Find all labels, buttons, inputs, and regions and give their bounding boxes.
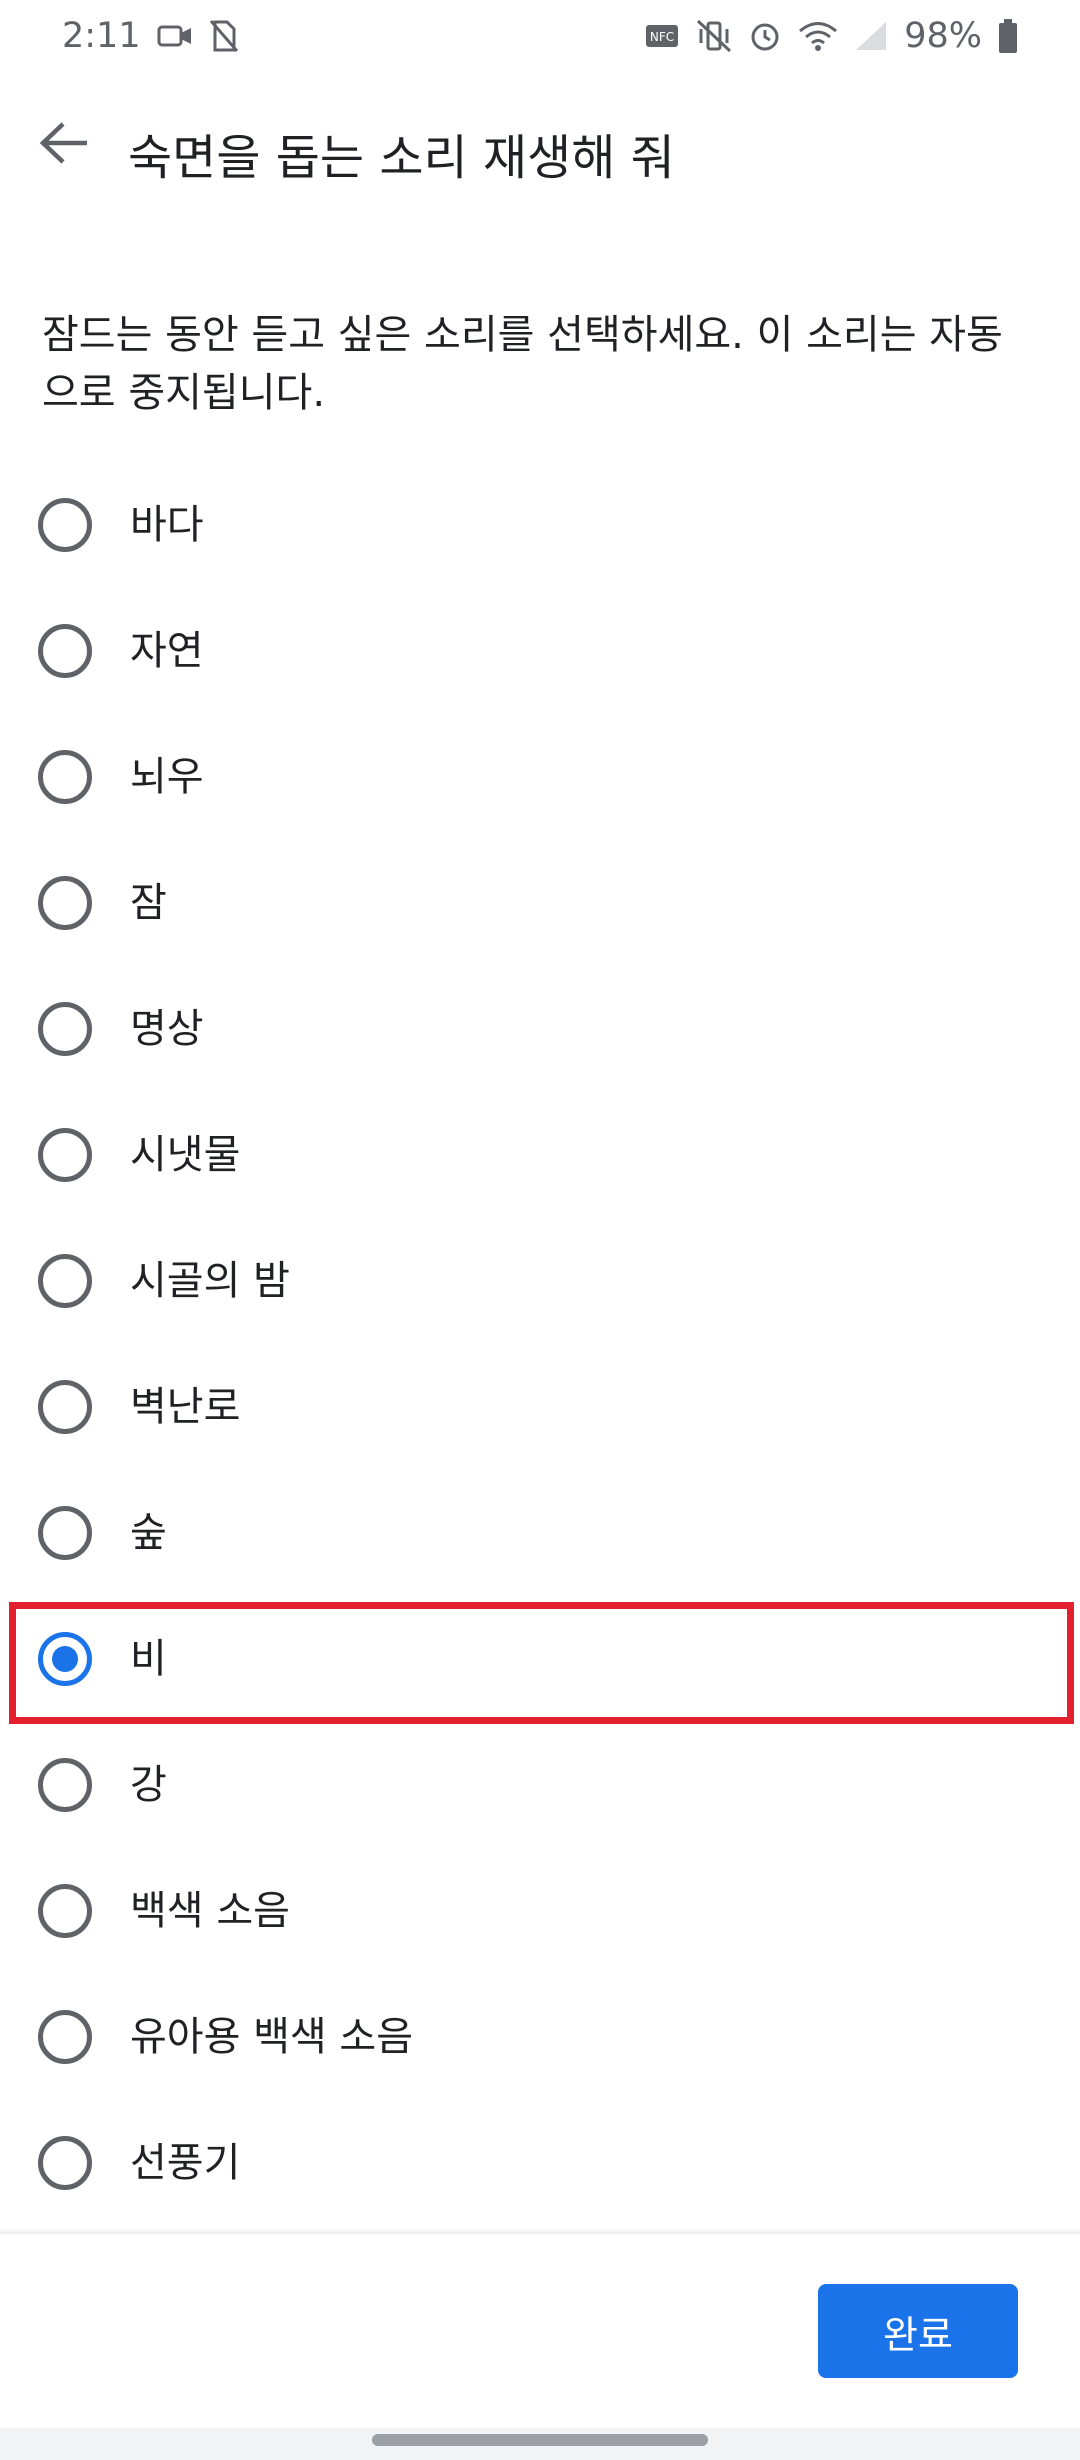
option-label: 뇌우 — [130, 754, 204, 800]
option-label: 백색 소음 — [130, 1888, 290, 1934]
option-meditation[interactable]: 명상 — [0, 966, 1080, 1092]
option-label: 자연 — [130, 628, 204, 674]
done-button[interactable]: 완료 — [818, 2284, 1018, 2378]
camera-notification-icon — [157, 21, 193, 51]
option-country-night[interactable]: 시골의 밤 — [0, 1218, 1080, 1344]
no-sim-icon — [209, 19, 239, 53]
signal-icon — [854, 20, 888, 52]
option-river[interactable]: 강 — [0, 1722, 1080, 1848]
radio-button[interactable] — [38, 876, 92, 930]
radio-button[interactable] — [38, 1506, 92, 1560]
vibrate-icon — [696, 19, 732, 53]
option-sleep[interactable]: 잠 — [0, 840, 1080, 966]
radio-button[interactable] — [38, 1380, 92, 1434]
back-button[interactable] — [30, 110, 100, 180]
option-label: 숲 — [130, 1510, 167, 1556]
wifi-icon — [798, 20, 838, 52]
radio-button[interactable] — [38, 1002, 92, 1056]
battery-icon — [998, 19, 1018, 53]
option-label: 비 — [130, 1636, 167, 1682]
option-brook[interactable]: 시냇물 — [0, 1092, 1080, 1218]
option-label: 시골의 밤 — [130, 1258, 290, 1304]
battery-percent: 98% — [904, 16, 982, 56]
radio-dot — [52, 1646, 78, 1672]
option-nature[interactable]: 자연 — [0, 588, 1080, 714]
radio-button[interactable] — [38, 1758, 92, 1812]
option-forest[interactable]: 숲 — [0, 1470, 1080, 1596]
radio-button-selected[interactable] — [38, 1632, 92, 1686]
option-label: 선풍기 — [130, 2140, 241, 2186]
option-label: 시냇물 — [130, 1132, 241, 1178]
app-bar: 숙면을 돕는 소리 재생해 줘 — [0, 100, 1080, 200]
option-white-noise[interactable]: 백색 소음 — [0, 1848, 1080, 1974]
sound-options-list: 바다 자연 뇌우 잠 명상 시냇물 시골의 밤 벽난로 숲 비 강 백색 소음 … — [0, 462, 1080, 2226]
alarm-icon — [748, 19, 782, 53]
radio-button[interactable] — [38, 2010, 92, 2064]
home-indicator[interactable] — [372, 2434, 708, 2446]
svg-text:NFC: NFC — [650, 30, 674, 44]
option-label: 유아용 백색 소음 — [130, 2014, 414, 2060]
radio-button[interactable] — [38, 1254, 92, 1308]
option-fan[interactable]: 선풍기 — [0, 2100, 1080, 2226]
radio-button[interactable] — [38, 2136, 92, 2190]
radio-button[interactable] — [38, 1884, 92, 1938]
footer: 완료 — [0, 2232, 1080, 2428]
radio-button[interactable] — [38, 498, 92, 552]
option-baby-white-noise[interactable]: 유아용 백색 소음 — [0, 1974, 1080, 2100]
status-left: 2:11 — [62, 16, 239, 56]
screen: 2:11 NFC 98% 숙면을 돕는 소리 재생해 줘 잠드는 동안 듣고 싶… — [0, 0, 1080, 2460]
option-thunderstorm[interactable]: 뇌우 — [0, 714, 1080, 840]
status-time: 2:11 — [62, 16, 141, 56]
radio-button[interactable] — [38, 1128, 92, 1182]
option-fireplace[interactable]: 벽난로 — [0, 1344, 1080, 1470]
description-text: 잠드는 동안 듣고 싶은 소리를 선택하세요. 이 소리는 자동으로 중지됩니다… — [42, 312, 1003, 416]
option-label: 바다 — [130, 502, 204, 548]
option-label: 잠 — [130, 880, 167, 926]
arrow-back-icon — [39, 121, 91, 169]
nfc-icon: NFC — [644, 22, 680, 50]
option-ocean[interactable]: 바다 — [0, 462, 1080, 588]
option-label: 강 — [130, 1762, 167, 1808]
status-bar: 2:11 NFC 98% — [0, 0, 1080, 72]
radio-button[interactable] — [38, 750, 92, 804]
status-right: NFC 98% — [644, 16, 1018, 56]
option-rain[interactable]: 비 — [0, 1596, 1080, 1722]
option-label: 벽난로 — [130, 1384, 241, 1430]
page-title: 숙면을 돕는 소리 재생해 줘 — [128, 130, 675, 186]
option-label: 명상 — [130, 1006, 204, 1052]
radio-button[interactable] — [38, 624, 92, 678]
